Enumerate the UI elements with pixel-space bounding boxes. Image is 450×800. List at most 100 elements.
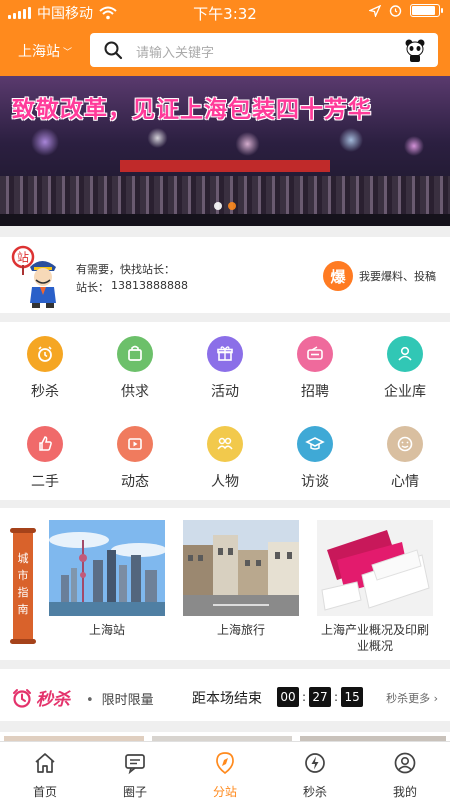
people-icon	[207, 426, 243, 462]
chevron-down-icon: ﹀	[63, 47, 73, 58]
battery-level	[412, 6, 435, 15]
smile-icon	[387, 426, 423, 462]
flash-sale-bar: 秒杀 限时限量 距本场结束 00 : 27 : 15 秒杀更多 ›	[0, 669, 450, 721]
radio-icon	[297, 336, 333, 372]
alarm-icon	[389, 5, 402, 17]
grid-item[interactable]: 动态	[90, 414, 180, 494]
gift-icon	[207, 336, 243, 372]
stage-floor	[0, 214, 450, 226]
manager-contact: 站长： 13813888888	[76, 279, 188, 295]
report-label: 我要爆料、投稿	[359, 270, 436, 283]
guide-tag-char: 南	[17, 603, 29, 616]
city-selector[interactable]: 上海站 ﹀	[18, 41, 72, 61]
grid-item-label: 二手	[31, 474, 59, 490]
guide-tag-char: 城	[17, 552, 29, 565]
grid-item-label: 心情	[391, 474, 419, 490]
guide-tag-char: 指	[17, 586, 29, 599]
guide-card-industry[interactable]: 上海产业概况及印刷业概况	[317, 520, 433, 654]
grid-item-label: 招聘	[301, 384, 329, 400]
tab-label: 首页	[32, 785, 57, 799]
countdown-separator: :	[334, 690, 339, 704]
bag-icon	[117, 336, 153, 372]
grid-item[interactable]: 访谈	[270, 414, 360, 494]
countdown-minutes: 27	[309, 687, 332, 707]
flash-more-link[interactable]: 秒杀更多 ›	[386, 690, 438, 706]
cap-icon	[297, 426, 333, 462]
tab-item[interactable]: 秒杀	[270, 742, 360, 800]
guide-card-caption: 上海旅行	[216, 623, 265, 637]
countdown-separator: :	[302, 690, 307, 704]
flash-sale-logo: 秒杀	[12, 685, 70, 710]
grid-item[interactable]: 供求	[90, 324, 180, 404]
grid-item-label: 动态	[121, 474, 149, 490]
bottom-tab-bar: 首页 圈子 分站 秒杀 我的	[0, 741, 450, 800]
stage-banner	[120, 160, 330, 172]
manager-phone[interactable]: 13813888888	[111, 279, 188, 295]
search-input[interactable]: 请输入关键字	[136, 42, 214, 61]
street-image	[183, 520, 299, 616]
tab-label: 分站	[212, 785, 237, 799]
countdown-label: 距本场结束	[192, 691, 262, 707]
tab-item[interactable]: 首页	[0, 742, 90, 800]
grid-item-label: 企业库	[384, 384, 426, 400]
packaging-image	[317, 520, 433, 616]
tab-label: 我的	[392, 785, 417, 799]
grid-item-label: 供求	[121, 384, 149, 400]
flash-clock-icon	[13, 688, 31, 708]
guide-card-caption: 上海产业概况及印刷业概况	[320, 623, 429, 653]
tab-label: 圈子	[122, 785, 147, 799]
guide-card-shanghai-travel[interactable]: 上海旅行	[183, 520, 299, 638]
user-icon	[394, 752, 416, 774]
home-icon	[35, 753, 55, 773]
manager-label: 站长：	[76, 281, 109, 294]
countdown-timer: 00 : 27 : 15	[277, 687, 364, 707]
grid-item[interactable]: 招聘	[270, 324, 360, 404]
chat-icon	[125, 754, 145, 775]
city-guide-tag: 城 市 指 南	[10, 528, 36, 644]
city-guide: 城 市 指 南 上海站 上海旅行 上海产业概况及印刷业概况	[0, 508, 450, 660]
carousel-dot[interactable]	[214, 202, 222, 210]
grid-item-label: 人物	[211, 474, 239, 490]
grid-item[interactable]: 二手	[0, 414, 90, 494]
grid-item[interactable]: 企业库	[360, 324, 450, 404]
flash-sale-subtitle: 限时限量	[86, 689, 154, 708]
grid-item[interactable]: 人物	[180, 414, 270, 494]
status-bar: 中国移动 下午3:32	[0, 0, 450, 24]
carousel-dots	[0, 202, 450, 210]
grid-item[interactable]: 活动	[180, 324, 270, 404]
battery-icon	[410, 4, 443, 17]
guide-card-caption: 上海站	[88, 623, 125, 637]
station-manager-card: 站 有需要，快找站长： 站长： 13813888888 爆 我要爆料、投稿	[0, 237, 450, 313]
tab-item[interactable]: 圈子	[90, 742, 180, 800]
header: 上海站 ﹀ 请输入关键字	[0, 24, 450, 76]
status-right	[369, 4, 443, 17]
flash-sale-title: 秒杀	[36, 690, 70, 710]
grid-item-label: 秒杀	[31, 384, 59, 400]
tab-label: 秒杀	[302, 785, 327, 799]
report-button[interactable]: 爆 我要爆料、投稿	[323, 261, 436, 291]
carousel-dot[interactable]	[228, 202, 236, 210]
guide-card-shanghai-station[interactable]: 上海站	[49, 520, 165, 638]
category-grid: 秒杀 供求 活动 招聘 企业库二手 动态 人物 访谈 心情	[0, 322, 450, 500]
report-icon: 爆	[323, 261, 353, 291]
svg-text:站: 站	[17, 251, 29, 265]
skyline-image	[49, 520, 165, 616]
person-icon	[387, 336, 423, 372]
manager-prompt: 有需要，快找站长：	[76, 263, 175, 276]
banner-title: 致敬改革，见证上海包装四十芳华	[12, 97, 372, 123]
station-mascot-icon: 站	[11, 245, 56, 308]
grid-item[interactable]: 心情	[360, 414, 450, 494]
countdown-seconds: 15	[341, 687, 364, 707]
search-icon	[104, 41, 123, 60]
tab-item[interactable]: 分站	[180, 742, 270, 800]
guide-tag-char: 市	[17, 569, 29, 582]
location-arrow-icon	[369, 4, 381, 17]
city-label: 上海站	[18, 44, 60, 60]
video-icon	[117, 426, 153, 462]
tab-item[interactable]: 我的	[360, 742, 450, 800]
panda-icon[interactable]	[402, 37, 428, 63]
search-bar[interactable]: 请输入关键字	[90, 33, 438, 67]
grid-item-label: 活动	[211, 384, 239, 400]
lightning-icon	[305, 753, 325, 773]
grid-item[interactable]: 秒杀	[0, 324, 90, 404]
